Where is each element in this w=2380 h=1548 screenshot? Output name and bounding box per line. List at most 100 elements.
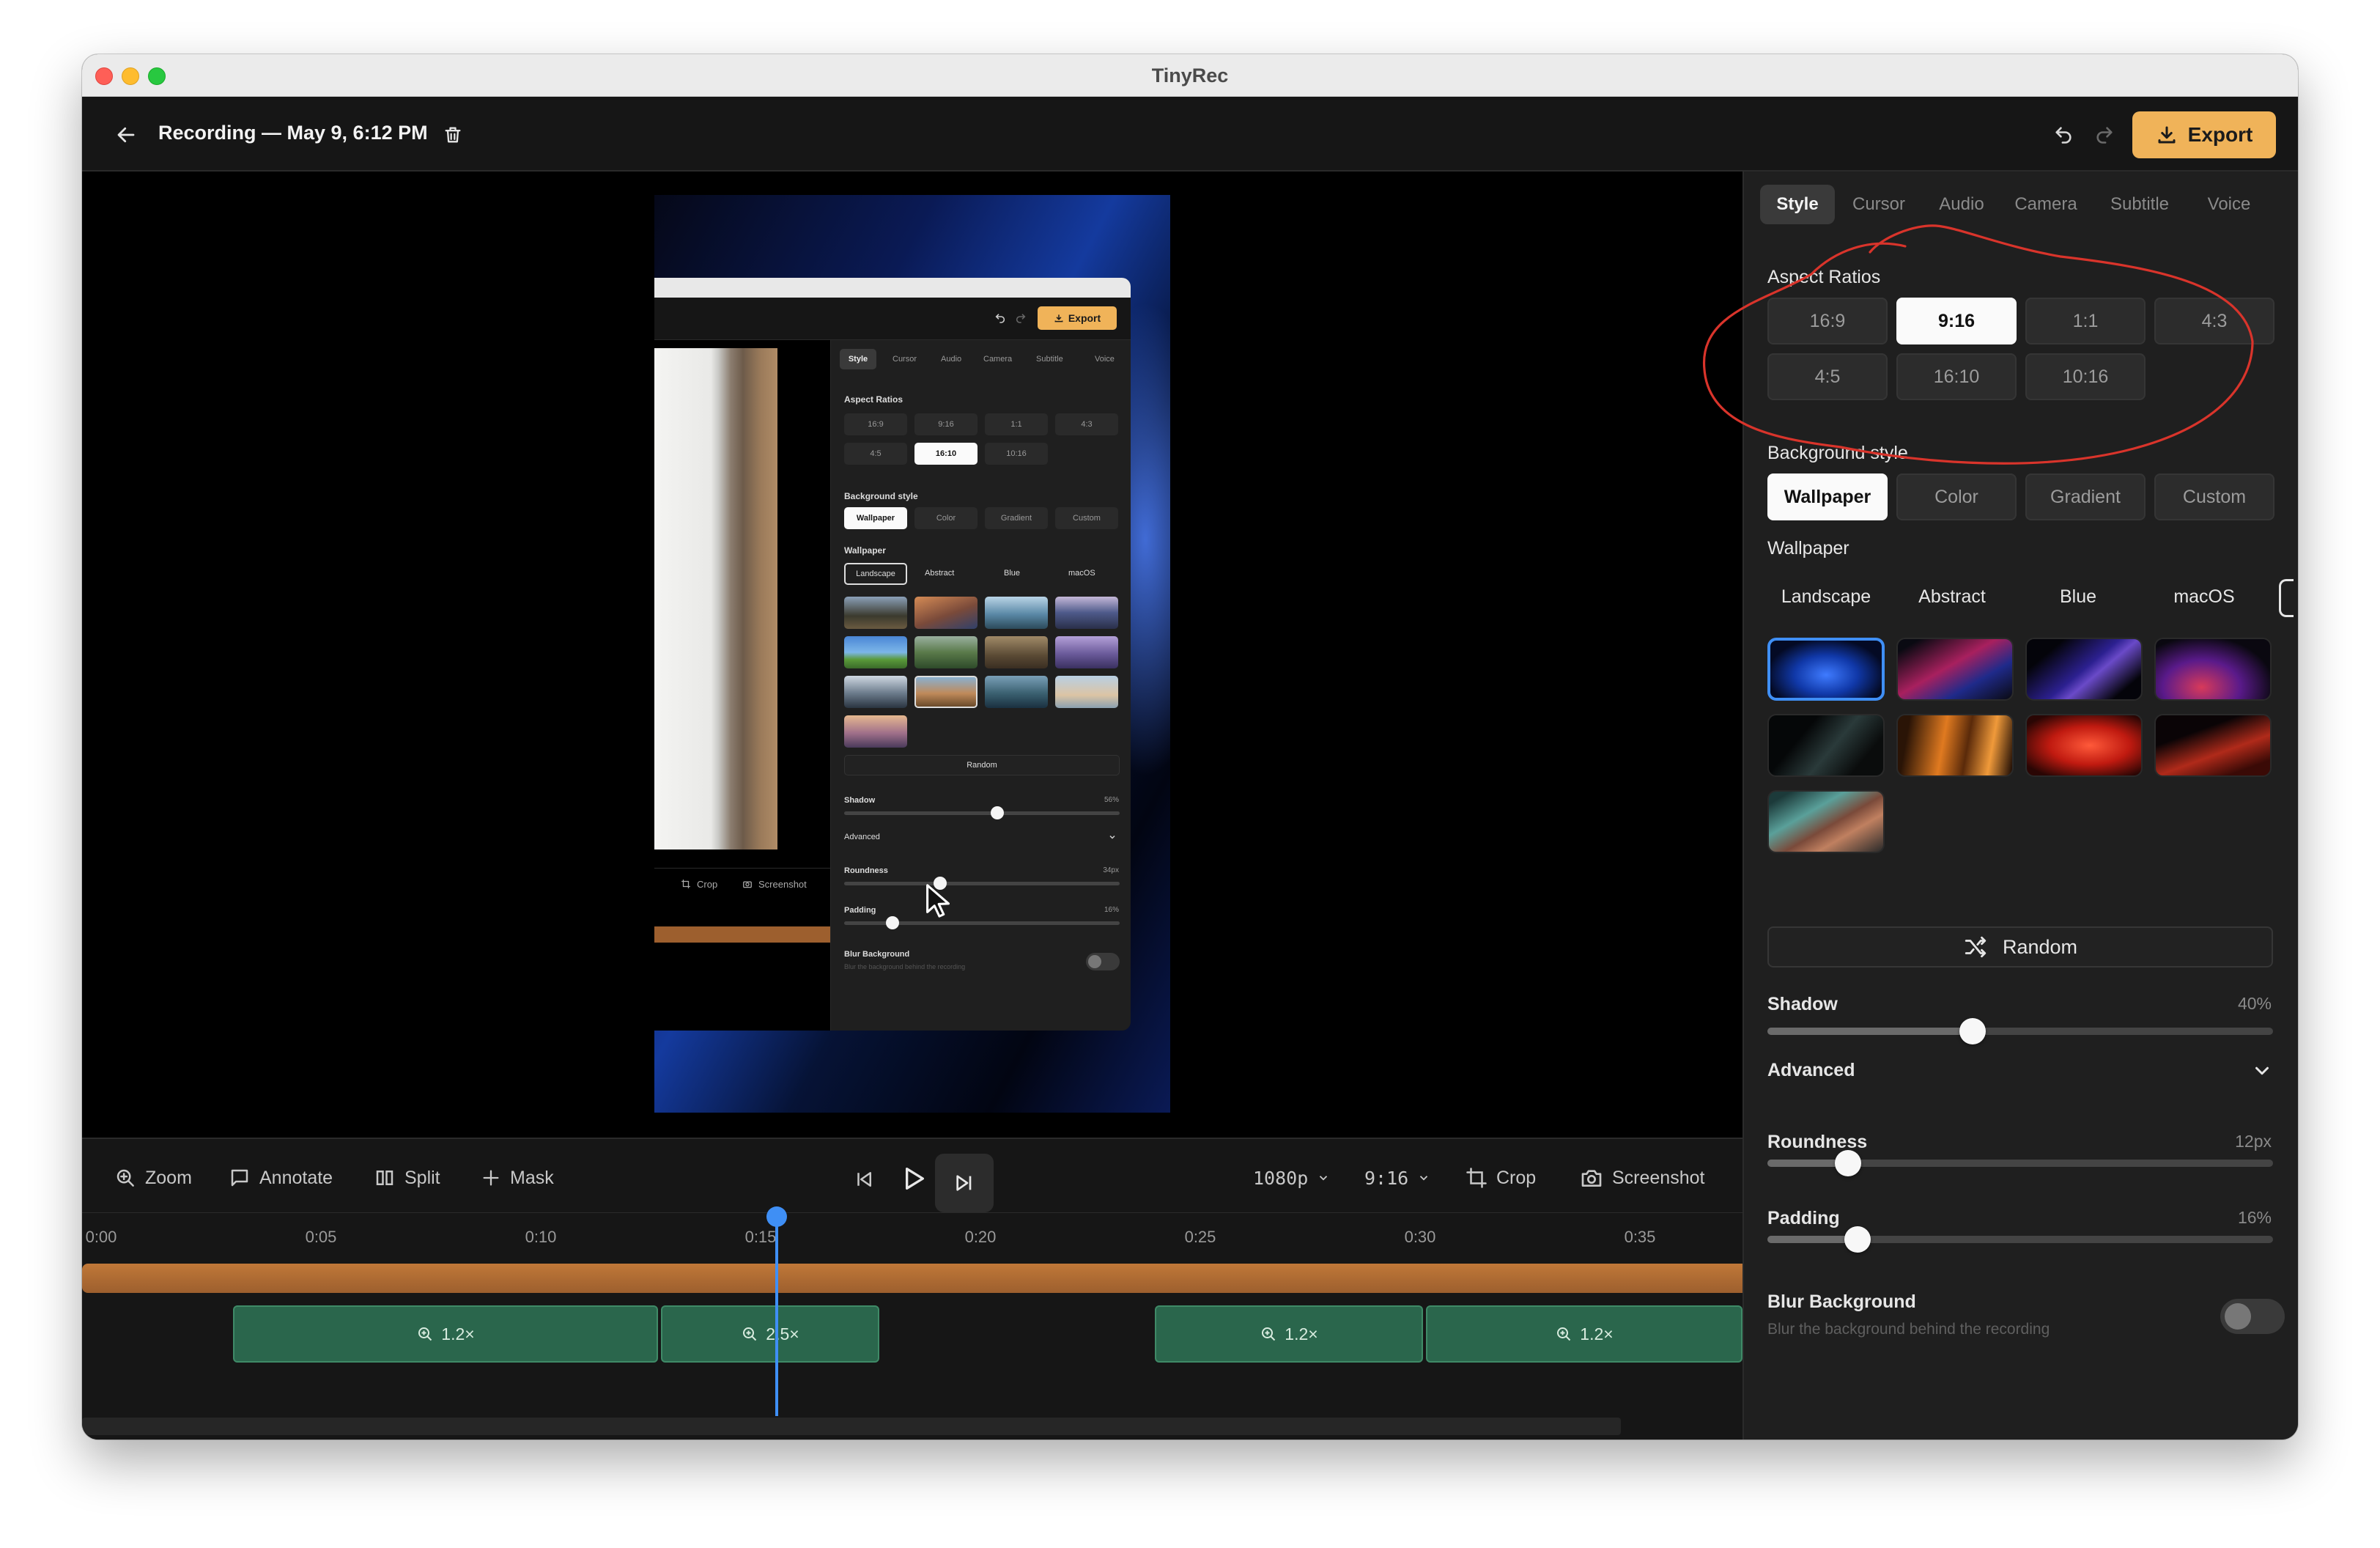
recorded-thumb [914, 597, 978, 629]
background-style-title: Background style [1767, 443, 1908, 463]
zoom-clip[interactable]: 1.2× [1426, 1305, 1742, 1363]
tab-style[interactable]: Style [1760, 185, 1835, 224]
bg-wallpaper-button[interactable]: Wallpaper [1767, 473, 1888, 520]
playhead[interactable] [775, 1211, 778, 1416]
recorded-blur-desc: Blur the background behind the recording [844, 963, 966, 970]
recorded-aspect-4-3: 4:3 [1055, 413, 1118, 435]
tab-voice[interactable]: Voice [2194, 185, 2264, 224]
chevron-down-icon[interactable] [2251, 1060, 2273, 1082]
crop-button[interactable]: Crop [1466, 1160, 1536, 1196]
padding-slider-knob[interactable] [1844, 1226, 1871, 1253]
wallpaper-thumb[interactable] [2154, 714, 2272, 777]
back-button[interactable] [111, 120, 141, 150]
title-bar: TinyRec [82, 54, 2298, 97]
recorded-blur-toggle [1086, 953, 1120, 970]
roundness-value: 12px [2235, 1132, 2272, 1151]
tab-subtitle[interactable]: Subtitle [2099, 185, 2181, 224]
recorded-thumb [914, 636, 978, 668]
export-button[interactable]: Export [2132, 111, 2276, 158]
zoom-in-icon [1557, 1327, 1571, 1341]
bg-color-button[interactable]: Color [1896, 473, 2017, 520]
shadow-value: 40% [2237, 994, 2272, 1013]
annotate-icon [231, 1169, 248, 1187]
skip-back-button[interactable] [844, 1160, 884, 1199]
recorded-photo [654, 348, 777, 849]
delete-recording-button[interactable] [438, 120, 468, 150]
wallpaper-thumb[interactable] [2025, 714, 2143, 777]
roundness-slider[interactable] [1767, 1150, 2273, 1176]
random-wallpaper-button[interactable]: Random [1767, 926, 2273, 968]
recorded-thumb [844, 715, 907, 748]
zoom-clip[interactable]: 2.5× [661, 1305, 879, 1363]
zoom-tool-button[interactable]: Zoom [114, 1160, 192, 1196]
padding-slider[interactable] [1767, 1226, 2273, 1253]
tab-audio[interactable]: Audio [1930, 185, 1993, 224]
redo-button[interactable] [2090, 120, 2119, 150]
wallpaper-thumb-selected[interactable] [1767, 638, 1885, 701]
mask-tool-button[interactable]: Mask [481, 1160, 554, 1196]
wallpaper-thumb[interactable] [1767, 714, 1885, 777]
play-button[interactable] [891, 1157, 935, 1201]
shadow-slider[interactable] [1767, 1018, 2273, 1044]
wallpaper-tab-abstract[interactable]: Abstract [1893, 575, 2011, 619]
timeline: Zoom Annotate Split Mask 1080p 9:16 Crop… [82, 1138, 1742, 1440]
tick-label: 0:20 [964, 1228, 997, 1246]
split-tool-button[interactable]: Split [374, 1160, 440, 1196]
aspect-4-3[interactable]: 4:3 [2154, 298, 2274, 344]
annotate-tool-label: Annotate [259, 1167, 333, 1188]
recorded-thumb [844, 636, 907, 668]
blur-background-toggle[interactable] [2220, 1299, 2285, 1334]
screenshot-button[interactable]: Screenshot [1580, 1160, 1704, 1196]
recorded-thumb [1055, 636, 1118, 668]
recorded-bg-gradient: Gradient [985, 507, 1048, 529]
aspect-9-16[interactable]: 9:16 [1896, 298, 2017, 344]
recorded-camera-icon [743, 881, 752, 888]
zoom-clip[interactable]: 1.2× [233, 1305, 658, 1363]
timeline-scrollbar[interactable] [82, 1418, 1621, 1435]
bg-custom-button[interactable]: Custom [2154, 473, 2274, 520]
bg-gradient-button[interactable]: Gradient [2025, 473, 2146, 520]
random-label: Random [2002, 935, 2078, 958]
wallpaper-thumb[interactable] [1767, 790, 1885, 853]
recorded-wallpaper-blue: Blue [1004, 569, 1021, 578]
tab-cursor[interactable]: Cursor [1842, 185, 1915, 224]
tab-camera[interactable]: Camera [2008, 185, 2084, 224]
wallpaper-tab-next[interactable] [2279, 579, 2294, 617]
recorded-tab-audio: Audio [941, 355, 962, 364]
aspect-1-1[interactable]: 1:1 [2025, 298, 2146, 344]
recorded-roundness-label: Roundness [844, 866, 888, 875]
preview-canvas[interactable]: Export Crop Screenshot Style Cursor Audi… [654, 195, 1170, 1113]
aspect-16-10[interactable]: 16:10 [1896, 353, 2017, 400]
trash-icon [445, 127, 461, 143]
wallpaper-tab-blue[interactable]: Blue [2019, 575, 2137, 619]
recorded-aspect-10-16: 10:16 [985, 443, 1048, 465]
resolution-select[interactable]: 1080p [1253, 1160, 1330, 1196]
annotate-tool-button[interactable]: Annotate [229, 1160, 333, 1196]
roundness-slider-knob[interactable] [1834, 1150, 1861, 1176]
wallpaper-thumb[interactable] [2154, 638, 2272, 701]
audio-track[interactable] [82, 1264, 1742, 1293]
recorded-thumb [985, 636, 1048, 668]
zoom-clip-label: 1.2× [441, 1324, 475, 1344]
aspect-10-16[interactable]: 10:16 [2025, 353, 2146, 400]
wallpaper-tab-macos[interactable]: macOS [2146, 575, 2263, 619]
wallpaper-thumb[interactable] [2025, 638, 2143, 701]
aspect-select[interactable]: 9:16 [1364, 1160, 1430, 1196]
time-ruler[interactable]: 0:00 0:05 0:10 0:15 0:20 0:25 0:30 0:35 [82, 1212, 1742, 1256]
zoom-clip[interactable]: 1.2× [1155, 1305, 1423, 1363]
recorded-crop-icon [681, 880, 690, 888]
recorded-screenshot-label: Screenshot [758, 879, 807, 890]
app-window: TinyRec Recording — May 9, 6:12 PM Expor… [82, 54, 2298, 1440]
advanced-label[interactable]: Advanced [1767, 1060, 1855, 1081]
wallpaper-thumb[interactable] [1896, 714, 2014, 777]
aspect-4-5[interactable]: 4:5 [1767, 353, 1888, 400]
wallpaper-tab-landscape[interactable]: Landscape [1767, 575, 1885, 619]
wallpaper-thumb[interactable] [1896, 638, 2014, 701]
recorded-roundness-value: 34px [1103, 866, 1119, 874]
aspect-16-9[interactable]: 16:9 [1767, 298, 1888, 344]
skip-forward-button[interactable] [935, 1154, 994, 1212]
undo-button[interactable] [2049, 120, 2078, 150]
playhead-handle[interactable] [766, 1206, 787, 1227]
recorded-export-label: Export [1068, 312, 1101, 324]
shadow-slider-knob[interactable] [1959, 1018, 1986, 1044]
